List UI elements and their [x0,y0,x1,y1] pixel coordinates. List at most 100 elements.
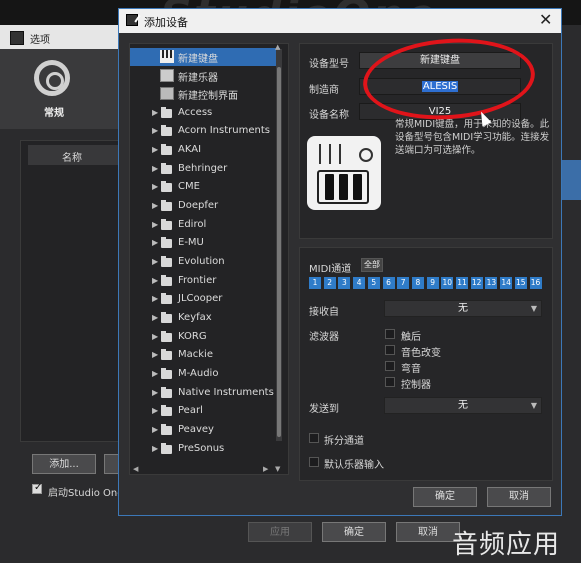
tree-folder[interactable]: ▶ AKAI [130,142,280,160]
split-channels-checkbox[interactable] [309,433,319,443]
folder-icon [161,442,172,454]
gear-icon[interactable] [34,60,70,96]
midi-channel-toggle[interactable]: 12 [470,277,483,289]
midi-channel-toggle[interactable]: 7 [397,277,410,289]
filter-label-item: 触后 [401,332,421,343]
filter-checkbox[interactable] [385,377,395,387]
startup-checkbox[interactable] [32,482,42,494]
tree-folder[interactable]: ▶ Frontier [130,273,280,291]
tree-folder[interactable]: ▶ E-MU [130,235,280,253]
slider-line [339,144,341,164]
close-icon[interactable]: ✕ [539,10,552,29]
tree-folder[interactable]: ▶ Doepfer [130,198,280,216]
dialog-ok-button[interactable]: 确定 [413,487,477,507]
midi-channel-toggle[interactable]: 1 [309,277,321,289]
expand-arrow-icon[interactable]: ▶ [152,201,158,210]
scroll-down-icon[interactable]: ▼ [275,465,280,473]
name-column-label: 名称 [62,153,82,164]
apply-button[interactable]: 应用 [248,522,312,542]
name-column-header[interactable]: 名称 [28,145,120,165]
all-channels-button[interactable]: 全部 [361,258,383,272]
folder-icon [161,405,172,417]
expand-arrow-icon[interactable]: ▶ [152,108,158,117]
tree-folder[interactable]: ▶ CME [130,179,280,197]
midi-channel-toggle[interactable]: 2 [323,277,336,289]
expand-arrow-icon[interactable]: ▶ [152,388,158,397]
midi-channel-toggle[interactable]: 15 [514,277,527,289]
expand-arrow-icon[interactable]: ▶ [152,126,158,135]
receive-from-dropdown[interactable]: 无 ▼ [384,300,542,317]
keyboard-icon [160,50,174,63]
expand-arrow-icon[interactable]: ▶ [152,164,158,173]
midi-channel-toggle[interactable]: 3 [338,277,351,289]
expand-arrow-icon[interactable]: ▶ [152,145,158,154]
tree-folder[interactable]: ▶ Evolution [130,254,280,272]
tree-folder-label: M-Audio [178,367,219,379]
expand-arrow-icon[interactable]: ▶ [152,238,158,247]
tree-folder[interactable]: ▶ KORG [130,329,280,347]
expand-arrow-icon[interactable]: ▶ [152,444,158,453]
filter-checkbox[interactable] [385,329,395,339]
midi-channel-toggle[interactable]: 6 [382,277,395,289]
midi-channel-toggle[interactable]: 16 [529,277,542,289]
midi-channel-toggle[interactable]: 14 [500,277,513,289]
tree-folder[interactable]: ▶ Mackie [130,347,280,365]
tree-item-instrument[interactable]: 新建乐器 [130,67,280,85]
tree-folder[interactable]: ▶ Pearl [130,403,280,421]
tree-folder-label: Access [178,106,213,118]
filter-checkbox[interactable] [385,345,395,355]
expand-arrow-icon[interactable]: ▶ [152,350,158,359]
folder-icon [161,200,172,212]
tree-folder[interactable]: ▶ M-Audio [130,366,280,384]
tree-folder[interactable]: ▶ Native Instruments [130,385,280,403]
expand-arrow-icon[interactable]: ▶ [152,313,158,322]
options-ok-button[interactable]: 确定 [322,522,386,542]
send-to-value: 无 [458,400,468,411]
tree-folder[interactable]: ▶ Edirol [130,217,280,235]
app-icon [10,31,24,45]
scroll-up-icon[interactable]: ▲ [275,43,280,51]
options-cancel-button[interactable]: 取消 [396,522,460,542]
tree-folder[interactable]: ▶ Behringer [130,161,280,179]
tree-folder[interactable]: ▶ JLCooper [130,291,280,309]
expand-arrow-icon[interactable]: ▶ [152,406,158,415]
expand-arrow-icon[interactable]: ▶ [152,276,158,285]
add-device-button[interactable]: 添加... [32,454,96,474]
tree-item-control-surface[interactable]: 新建控制界面 [130,85,280,103]
tree-folder[interactable]: ▶ Access [130,105,280,123]
general-tab-label[interactable]: 常规 [44,104,64,119]
folder-icon [161,162,172,174]
midi-channel-label: MIDI通道 [309,264,352,275]
default-instrument-input-checkbox[interactable] [309,457,319,467]
midi-channel-toggle[interactable]: 13 [485,277,498,289]
expand-arrow-icon[interactable]: ▶ [152,294,158,303]
tree-folder-label: Pearl [178,405,203,417]
expand-arrow-icon[interactable]: ▶ [152,182,158,191]
tree-folder[interactable]: ▶ PreSonus [130,441,280,459]
midi-keyboard-icon [307,136,381,210]
dialog-cancel-button[interactable]: 取消 [487,487,551,507]
expand-arrow-icon[interactable]: ▶ [152,369,158,378]
knob-shape [359,148,373,162]
midi-channel-toggle[interactable]: 4 [353,277,366,289]
tree-item-keyboard[interactable]: 新建键盘 [130,48,280,66]
tree-folder[interactable]: ▶ Peavey [130,422,280,440]
scroll-left-icon[interactable]: ◀ [133,465,138,473]
expand-arrow-icon[interactable]: ▶ [152,425,158,434]
expand-arrow-icon[interactable]: ▶ [152,220,158,229]
midi-channel-toggle[interactable]: 8 [411,277,424,289]
midi-channel-toggle[interactable]: 11 [456,277,468,289]
midi-channel-toggle[interactable]: 9 [426,277,439,289]
expand-arrow-icon[interactable]: ▶ [152,332,158,341]
tree-folder[interactable]: ▶ Keyfax [130,310,280,328]
filter-checkbox[interactable] [385,361,395,371]
scroll-right-icon[interactable]: ▶ [263,465,268,473]
send-to-dropdown[interactable]: 无 ▼ [384,397,542,414]
midi-channel-toggle[interactable]: 10 [441,277,454,289]
tree-folder[interactable]: ▶ Acorn Instruments [130,123,280,141]
tree-scrollbar-thumb[interactable] [277,67,281,437]
midi-channel-toggle[interactable]: 5 [367,277,380,289]
folder-icon [161,181,172,193]
device-tree[interactable]: 新建键盘 新建乐器 新建控制界面 ▶ Access ▶ Acorn Instruments ▶… [129,43,289,475]
expand-arrow-icon[interactable]: ▶ [152,257,158,266]
